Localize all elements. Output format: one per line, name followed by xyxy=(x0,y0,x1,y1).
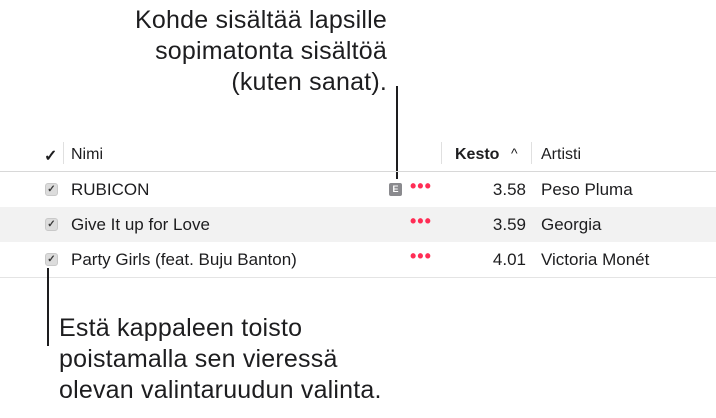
song-artist: Victoria Monét xyxy=(541,250,650,269)
sort-ascending-icon[interactable]: ^ xyxy=(511,145,518,161)
explicit-icon: E xyxy=(389,183,402,196)
table-header: ✓ Nimi Kesto ^ Artisti xyxy=(0,137,716,172)
column-divider[interactable] xyxy=(531,142,532,164)
table-row[interactable]: ✓ Party Girls (feat. Buju Banton) ••• 4.… xyxy=(0,242,716,278)
header-name-column[interactable]: Nimi xyxy=(71,146,103,164)
song-artist: Peso Pluma xyxy=(541,180,633,199)
song-time: 4.01 xyxy=(492,250,526,269)
song-artist: Georgia xyxy=(541,215,602,234)
song-table: ✓ Nimi Kesto ^ Artisti ✓ RUBICON E ••• 3… xyxy=(0,137,716,278)
explicit-callout: Kohde sisältää lapsille sopimatonta sisä… xyxy=(135,6,387,96)
column-divider[interactable] xyxy=(441,142,442,164)
song-name: Party Girls (feat. Buju Banton) xyxy=(71,250,297,269)
song-time: 3.59 xyxy=(492,215,526,234)
checkbox-callout-leader xyxy=(47,268,49,346)
more-options-icon[interactable]: ••• xyxy=(410,246,432,267)
table-row[interactable]: ✓ RUBICON E ••• 3.58 Peso Pluma xyxy=(0,172,716,207)
more-options-icon[interactable]: ••• xyxy=(410,211,432,232)
header-check-column[interactable]: ✓ xyxy=(44,146,57,166)
song-name: RUBICON xyxy=(71,180,150,199)
song-name: Give It up for Love xyxy=(71,215,210,234)
checkbox-callout: Estä kappaleen toisto poistamalla sen vi… xyxy=(59,314,382,404)
header-artist-column[interactable]: Artisti xyxy=(541,146,581,164)
song-time: 3.58 xyxy=(492,180,526,199)
table-row[interactable]: ✓ Give It up for Love ••• 3.59 Georgia xyxy=(0,207,716,242)
song-checkbox[interactable]: ✓ xyxy=(45,218,58,231)
header-time-column[interactable]: Kesto xyxy=(455,146,499,164)
more-options-icon[interactable]: ••• xyxy=(410,176,432,197)
song-checkbox[interactable]: ✓ xyxy=(45,183,58,196)
column-divider[interactable] xyxy=(63,142,64,164)
song-checkbox[interactable]: ✓ xyxy=(45,253,58,266)
